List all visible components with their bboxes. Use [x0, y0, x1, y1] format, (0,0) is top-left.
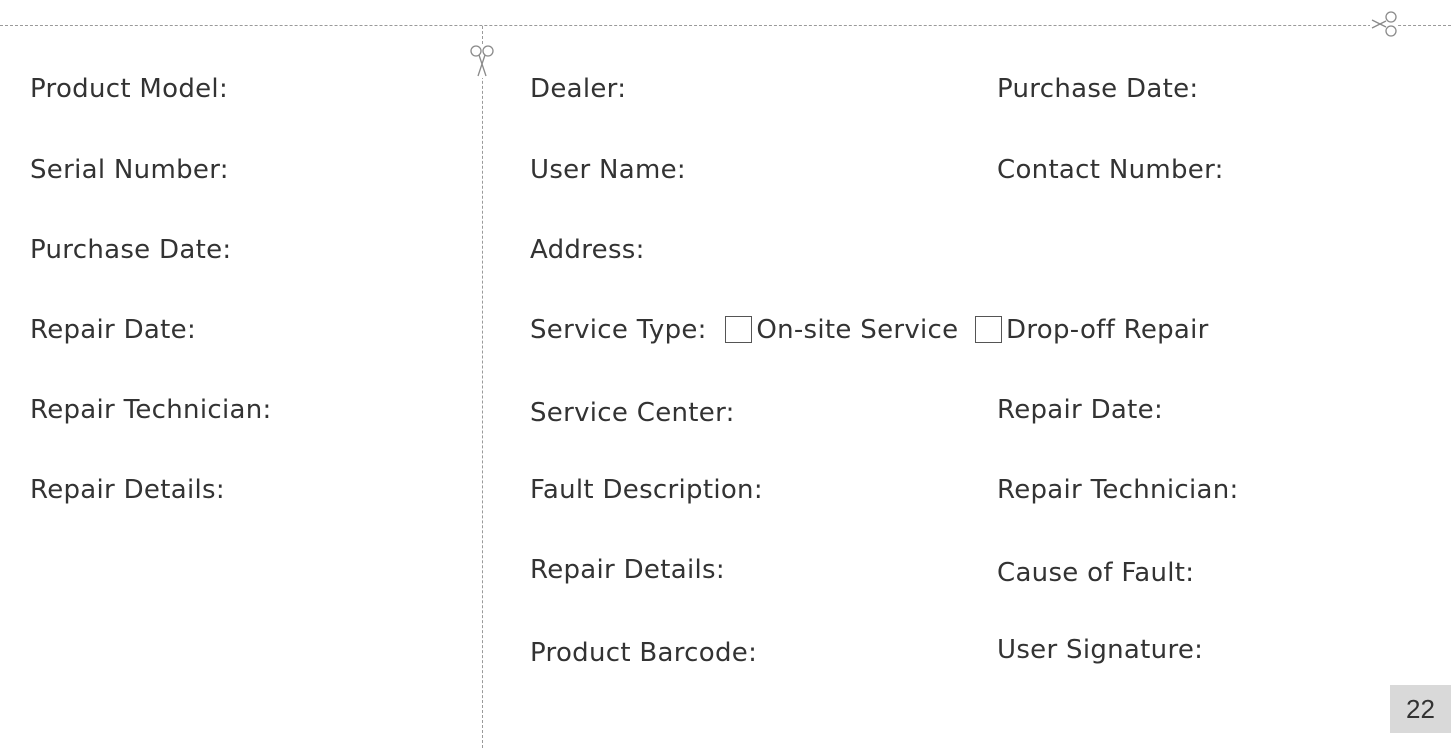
field-repair-date: Repair Date:	[30, 315, 197, 345]
field-cause-of-fault: Cause of Fault:	[997, 558, 1195, 588]
field-product-model: Product Model:	[30, 74, 229, 104]
field-product-barcode: Product Barcode:	[530, 638, 758, 668]
field-repair-technician-right: Repair Technician:	[997, 475, 1239, 505]
field-repair-date-right: Repair Date:	[997, 395, 1164, 425]
field-repair-technician: Repair Technician:	[30, 395, 272, 425]
on-site-service-label: On-site Service	[756, 315, 959, 345]
field-fault-description: Fault Description:	[530, 475, 763, 505]
field-dealer: Dealer:	[530, 74, 627, 104]
field-repair-details-right: Repair Details:	[530, 555, 725, 585]
field-user-signature: User Signature:	[997, 635, 1204, 665]
field-purchase-date: Purchase Date:	[30, 235, 232, 265]
field-serial-number: Serial Number:	[30, 155, 229, 185]
field-service-center: Service Center:	[530, 398, 735, 428]
field-contact-number: Contact Number:	[997, 155, 1224, 185]
scissors-icon	[467, 44, 497, 78]
field-purchase-date-right: Purchase Date:	[997, 74, 1199, 104]
field-repair-details: Repair Details:	[30, 475, 225, 505]
drop-off-repair-checkbox[interactable]	[975, 316, 1003, 343]
field-address: Address:	[530, 235, 645, 265]
page-number: 22	[1390, 685, 1451, 733]
scissors-icon	[1370, 6, 1398, 42]
horizontal-cut-line	[0, 25, 1451, 26]
field-service-type: Service Type:	[530, 315, 707, 345]
service-type-row: Service Type: On-site Service Drop-off R…	[530, 313, 1209, 347]
vertical-cut-line	[482, 26, 483, 748]
field-user-name: User Name:	[530, 155, 686, 185]
on-site-service-checkbox[interactable]	[725, 316, 753, 343]
drop-off-repair-label: Drop-off Repair	[1006, 315, 1209, 345]
